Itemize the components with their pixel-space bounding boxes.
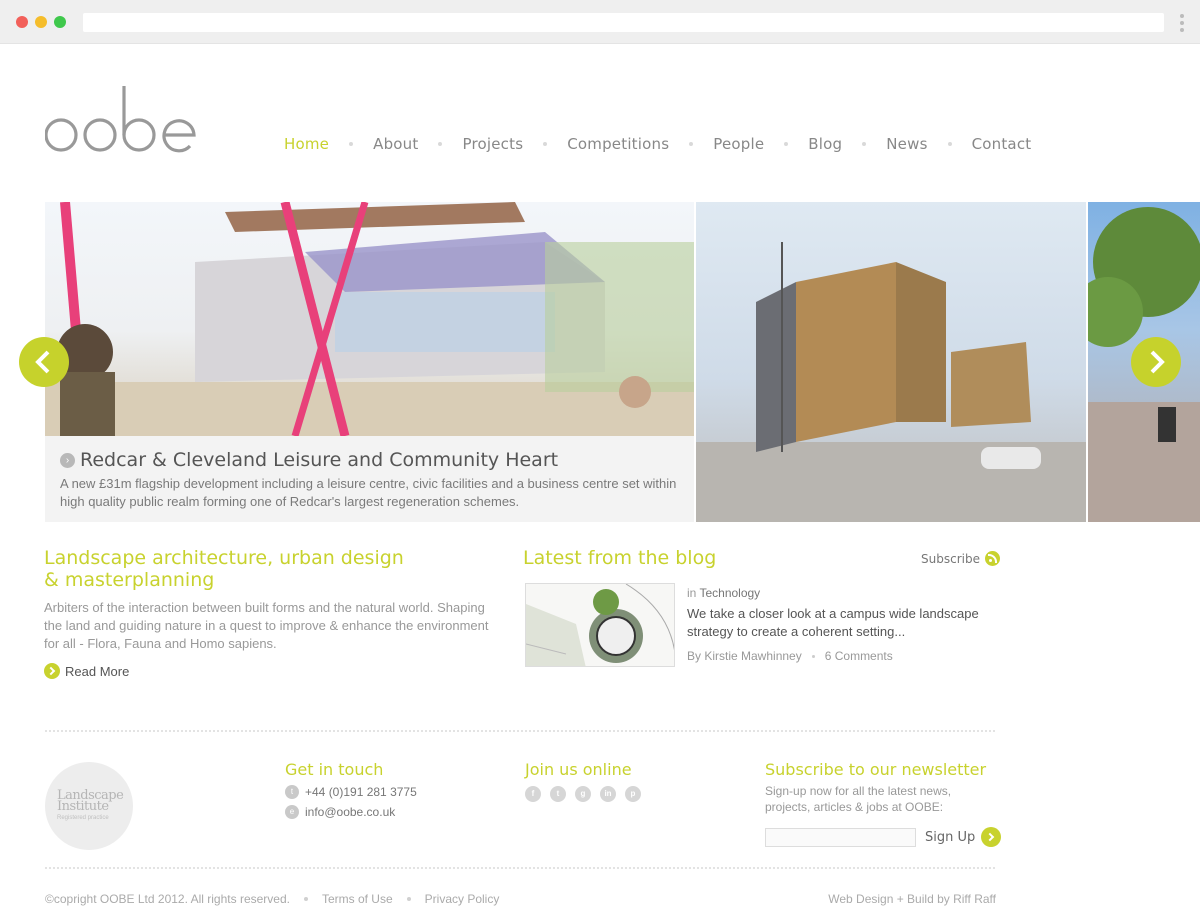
blog-author[interactable]: By Kirstie Mawhinney (687, 649, 802, 663)
nav-news[interactable]: News (886, 135, 927, 153)
minimize-window-button[interactable] (35, 16, 47, 28)
nav-separator (438, 142, 443, 146)
caption-text: A new £31m flagship development includin… (60, 476, 677, 509)
slide-caption-title[interactable]: › Redcar & Cleveland Leisure and Communi… (60, 449, 558, 471)
join-us-heading: Join us online (525, 760, 632, 779)
close-window-button[interactable] (16, 16, 28, 28)
caption-title: Redcar & Cleveland Leisure and Community… (80, 449, 559, 471)
nav-home[interactable]: Home (284, 135, 329, 153)
nav-separator (784, 142, 789, 146)
newsletter-email-input[interactable] (765, 828, 916, 847)
social-links: f t g in p (525, 786, 650, 802)
divider (45, 730, 995, 732)
address-bar[interactable] (83, 13, 1164, 32)
nav-contact[interactable]: Contact (972, 135, 1032, 153)
maximize-window-button[interactable] (54, 16, 66, 28)
copyright-bar: ©copright OOBE Ltd 2012. All rights rese… (45, 892, 499, 906)
slide-image-leisure-centre[interactable] (45, 202, 694, 436)
browser-chrome (0, 0, 1200, 44)
divider (45, 867, 995, 869)
pinterest-icon[interactable]: p (625, 786, 641, 802)
subscribe-link[interactable]: Subscribe (921, 551, 1000, 566)
facebook-icon[interactable]: f (525, 786, 541, 802)
blog-thumbnail[interactable] (525, 583, 675, 667)
browser-menu-icon[interactable] (1179, 14, 1185, 32)
oobe-logo[interactable]: oobe (45, 84, 197, 154)
chevron-right-icon: › (60, 452, 75, 468)
chevron-right-icon (1150, 350, 1165, 374)
rss-icon (984, 551, 1000, 566)
meta-separator (811, 654, 815, 658)
blog-category-link[interactable]: Technology (699, 586, 760, 600)
logo-text: oobe (45, 152, 48, 154)
email-row: e info@oobe.co.uk (285, 805, 395, 819)
intro-heading: Landscape architecture, urban design & m… (44, 547, 484, 591)
read-more-label: Read More (65, 663, 130, 679)
nav-blog[interactable]: Blog (808, 135, 842, 153)
phone-row: t +44 (0)191 281 3775 (285, 785, 417, 799)
get-in-touch-heading: Get in touch (285, 760, 384, 779)
blog-comments[interactable]: 6 Comments (825, 649, 893, 663)
nav-about[interactable]: About (373, 135, 418, 153)
footer-separator (406, 897, 411, 901)
sign-up-label: Sign Up (925, 829, 976, 845)
arrow-right-icon (44, 663, 60, 679)
blog-category: in Technology (687, 586, 760, 600)
nav-separator (689, 142, 694, 146)
nav-competitions[interactable]: Competitions (567, 135, 669, 153)
nav-projects[interactable]: Projects (462, 135, 523, 153)
landscape-institute-logo[interactable]: Landscape Institute Registered practice (45, 762, 133, 850)
twitter-icon[interactable]: t (550, 786, 566, 802)
phone-icon: t (285, 785, 299, 799)
terms-link[interactable]: Terms of Use (322, 892, 393, 906)
nav-people[interactable]: People (713, 135, 764, 153)
email-icon: e (285, 805, 299, 819)
linkedin-icon[interactable]: in (600, 786, 616, 802)
privacy-link[interactable]: Privacy Policy (425, 892, 500, 906)
category-prefix: in (687, 586, 697, 600)
subscribe-label: Subscribe (921, 551, 980, 566)
phone-number[interactable]: +44 (0)191 281 3775 (305, 785, 417, 799)
nav-separator (947, 142, 952, 146)
intro-text: Arbiters of the interaction between buil… (44, 600, 489, 651)
arrow-right-icon (981, 827, 1002, 847)
li-logo-line2: Institute (57, 799, 109, 814)
intro-heading-line2: & masterplanning (44, 569, 215, 591)
li-logo-text: Landscape Institute (57, 789, 124, 814)
sign-up-button[interactable]: Sign Up (925, 827, 1002, 847)
blog-post-title[interactable]: We take a closer look at a campus wide l… (687, 605, 997, 641)
footer-separator (303, 897, 308, 901)
newsletter-heading: Subscribe to our newsletter (765, 760, 987, 779)
main-nav: Home About Projects Competitions People … (284, 134, 1031, 154)
copyright-text: ©copright OOBE Ltd 2012. All rights rese… (45, 892, 290, 906)
nav-separator (862, 142, 867, 146)
google-plus-icon[interactable]: g (575, 786, 591, 802)
design-credit-link[interactable]: Web Design + Build by Riff Raff (824, 892, 996, 906)
read-more-link[interactable]: Read More (44, 663, 129, 679)
slider-prev-button[interactable] (19, 337, 69, 387)
slider-next-button[interactable] (1131, 337, 1181, 387)
nav-separator (349, 142, 354, 146)
email-link[interactable]: info@oobe.co.uk (305, 805, 395, 819)
newsletter-text: Sign-up now for all the latest news, pro… (765, 784, 952, 814)
nav-separator (543, 142, 548, 146)
blog-heading: Latest from the blog (523, 547, 717, 569)
intro-heading-line1: Landscape architecture, urban design (44, 547, 404, 569)
slide-image-office-building[interactable] (696, 202, 1086, 522)
li-logo-line3: Registered practice (57, 815, 109, 821)
blog-meta: By Kirstie Mawhinney 6 Comments (687, 649, 893, 663)
chevron-left-icon (35, 350, 50, 374)
